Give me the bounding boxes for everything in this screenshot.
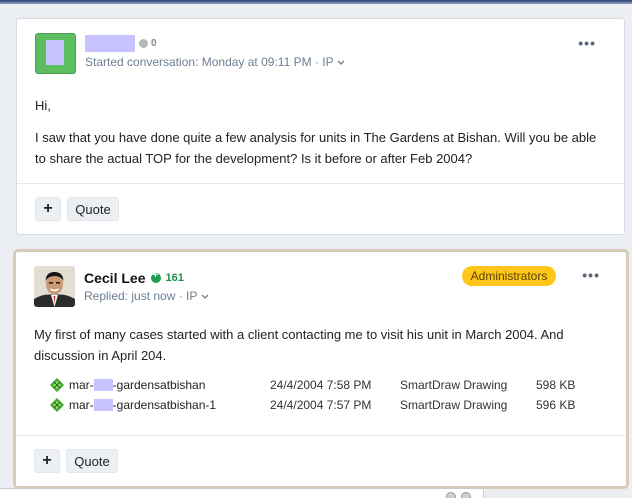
post-paragraph: I saw that you have done quite a few ana… — [35, 130, 597, 166]
post-paragraph: My first of many cases started with a cl… — [34, 327, 564, 363]
smartdraw-file-icon — [50, 398, 64, 412]
author-row: 0 — [85, 34, 157, 52]
reputation-score: 161 — [165, 272, 184, 284]
post-meta[interactable]: Started conversation: Monday at 09:11 PM… — [85, 55, 345, 69]
attachment-size: 596 KB — [536, 398, 576, 412]
avatar[interactable] — [35, 33, 76, 74]
attachment-name-prefix: mar- — [69, 378, 94, 392]
attachment-name-suffix: -gardensatbishan-1 — [112, 398, 217, 412]
attachment-name-redacted — [93, 379, 113, 391]
reputation-score: 0 — [151, 37, 157, 49]
author-row: Cecil Lee 161 — [84, 269, 184, 287]
attachment-name-redacted — [93, 399, 113, 411]
user-group-badge[interactable]: Administrators — [462, 266, 556, 286]
window-control-icon[interactable] — [461, 492, 471, 498]
post-actions: + Quote — [34, 449, 118, 473]
add-reaction-button[interactable]: + — [34, 449, 60, 473]
attachment-date: 24/4/2004 7:58 PM — [270, 378, 372, 392]
attachment-size: 598 KB — [536, 378, 576, 392]
chevron-down-icon — [201, 289, 209, 303]
top-bar — [0, 0, 632, 4]
post-header: 0 Started conversation: Monday at 09:11 … — [17, 19, 624, 83]
post-body: My first of many cases started with a cl… — [16, 316, 626, 366]
quote-button[interactable]: Quote — [67, 197, 119, 221]
chevron-down-icon — [337, 55, 345, 69]
post-meta[interactable]: Replied: just now · IP — [84, 289, 209, 303]
post-body: Hi, I saw that you have done quite a few… — [17, 83, 624, 169]
more-options-icon[interactable]: ••• — [582, 267, 600, 283]
attachment-row[interactable]: mar- -gardensatbishan 24/4/2004 7:58 PM … — [50, 376, 610, 394]
attachment-name-prefix: mar- — [69, 398, 94, 412]
attachment-type: SmartDraw Drawing — [400, 378, 508, 392]
bottom-window-strip — [0, 488, 484, 498]
post-header: Cecil Lee 161 Replied: just now · IP Adm… — [16, 252, 626, 316]
avatar[interactable] — [34, 266, 75, 307]
divider — [16, 435, 626, 436]
post-meta-text: Replied: just now · IP — [84, 289, 198, 303]
reputation-icon — [139, 38, 148, 48]
attachment-type: SmartDraw Drawing — [400, 398, 508, 412]
post-paragraph: Hi, — [35, 98, 51, 113]
smartdraw-file-icon — [50, 378, 64, 392]
post-actions: + Quote — [35, 197, 119, 221]
add-reaction-button[interactable]: + — [35, 197, 61, 221]
post-meta-text: Started conversation: Monday at 09:11 PM… — [85, 55, 334, 69]
window-control-icon[interactable] — [446, 492, 456, 498]
attachment-date: 24/4/2004 7:57 PM — [270, 398, 372, 412]
author-name-redacted[interactable] — [85, 34, 135, 52]
message-post-1: 0 Started conversation: Monday at 09:11 … — [16, 18, 625, 235]
attachment-name-suffix: -gardensatbishan — [112, 378, 206, 392]
quote-button[interactable]: Quote — [66, 449, 118, 473]
more-options-icon[interactable]: ••• — [578, 35, 596, 51]
author-name[interactable]: Cecil Lee — [84, 270, 145, 286]
divider — [17, 183, 624, 184]
attachment-row[interactable]: mar- -gardensatbishan-1 24/4/2004 7:57 P… — [50, 396, 610, 414]
message-post-2: Cecil Lee 161 Replied: just now · IP Adm… — [13, 249, 629, 489]
reputation-icon — [151, 270, 162, 283]
